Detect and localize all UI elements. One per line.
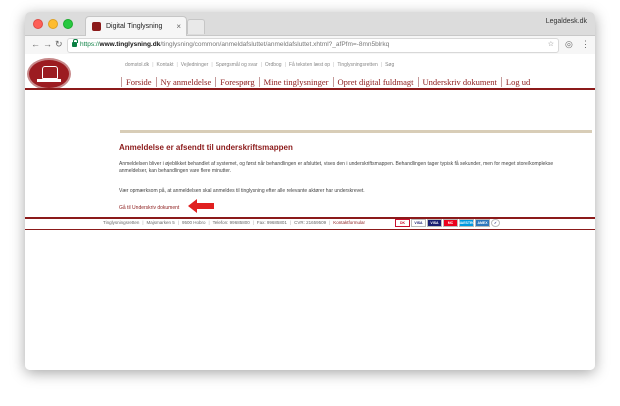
footer-separator: |: [177, 220, 179, 225]
security-badge-icon: ✓: [491, 219, 500, 227]
url-path: /tinglysning/common/anmeldafsluttet/anme…: [160, 41, 390, 48]
window-controls: [33, 19, 73, 29]
nav-item-forespørg[interactable]: Forespørg: [215, 77, 258, 87]
footer-separator: |: [142, 220, 144, 225]
link-separator: |: [211, 62, 213, 68]
top-link[interactable]: Søg: [385, 62, 394, 68]
address-bar[interactable]: https://www.tinglysning.dk/tinglysning/c…: [67, 38, 559, 53]
footer-separator: |: [208, 220, 210, 225]
footer-item: Telefon: 99685800: [212, 220, 250, 225]
tab-close-icon[interactable]: ×: [176, 22, 181, 31]
main-nav-items: Forside Ny anmeldelse Forespørg Mine tingly…: [121, 77, 534, 87]
footer-address: Tinglysningsretten | Majsmarken 5 | 9500 Hob…: [103, 220, 365, 225]
back-arrow-icon[interactable]: ←: [31, 39, 40, 49]
close-window-button[interactable]: [33, 19, 43, 29]
top-link[interactable]: Tinglysningsretten: [337, 62, 377, 68]
minimize-window-button[interactable]: [48, 19, 58, 29]
footer-bottom-border: [25, 229, 595, 230]
top-link[interactable]: Få teksten læst op: [289, 62, 330, 68]
menu-icon[interactable]: ⋮: [581, 39, 590, 50]
favicon-icon: [92, 22, 101, 31]
visa-electron-logo: VISA: [427, 219, 442, 227]
dankort-logo: DK: [395, 219, 410, 227]
link-separator: |: [284, 62, 286, 68]
link-separator: |: [176, 62, 178, 68]
link-separator: |: [333, 62, 335, 68]
nav-item-opret-digital-fuldmagt[interactable]: Opret digital fuldmagt: [332, 77, 418, 87]
page-title: Anmeldelse er afsendt til underskriftsma…: [119, 143, 293, 152]
nav-item-forside[interactable]: Forside: [121, 77, 156, 87]
nav-item-ny-anmeldelse[interactable]: Ny anmeldelse: [155, 77, 216, 87]
address-bar-actions: ☆: [548, 40, 554, 48]
lock-icon: [72, 39, 78, 47]
amex-logo: AMEX: [475, 219, 490, 227]
zoom-window-button[interactable]: [63, 19, 73, 29]
tab-title: Digital Tinglysning: [106, 23, 163, 30]
mastercard-logo: MC: [443, 219, 458, 227]
url-text[interactable]: https://www.tinglysning.dk/tinglysning/c…: [80, 41, 389, 48]
profile-name[interactable]: Legaldesk.dk: [546, 18, 587, 25]
content-divider: [120, 130, 592, 133]
maestro-logo: MAESTRO: [457, 219, 476, 227]
footer-top-border: [25, 217, 595, 219]
footer-item: Fax: 99685801: [256, 220, 287, 225]
payment-logos: DK VISA VISA MC MAESTRO AMEX ✓: [395, 219, 500, 227]
extension-icon[interactable]: ◎: [565, 39, 573, 50]
star-icon[interactable]: ☆: [548, 40, 554, 48]
url-host: www.tinglysning.dk: [99, 41, 161, 48]
title-bar: Digital Tinglysning × Legaldesk.dk: [25, 12, 595, 36]
footer: Tinglysningsretten | Majsmarken 5 | 9500 Hob…: [25, 219, 595, 228]
link-separator: |: [260, 62, 262, 68]
footer-separator: |: [329, 220, 331, 225]
info-paragraph: Anmeldelsen bliver i øjeblikket behandle…: [119, 161, 554, 174]
url-scheme: https://: [80, 41, 100, 48]
red-arrow-icon: [188, 199, 214, 213]
nav-item-underskriv-dokument[interactable]: Underskriv dokument: [417, 77, 501, 87]
go-to-sign-document-link[interactable]: Gå til Underskriv dokument: [119, 205, 179, 211]
browser-window: Digital Tinglysning × Legaldesk.dk ← → ↻…: [25, 12, 595, 370]
top-link[interactable]: Vejledninger: [181, 62, 209, 68]
web-page: domstol.dk | Kontakt | Vejledninger | Spørgsmå…: [25, 54, 595, 370]
visa-logo: VISA: [411, 219, 426, 227]
top-link[interactable]: Kontakt: [157, 62, 174, 68]
top-links-bar: domstol.dk | Kontakt | Vejledninger | Spørgsmå…: [125, 62, 394, 68]
footer-item: 9500 Hobro: [181, 220, 206, 225]
top-link[interactable]: domstol.dk: [125, 62, 149, 68]
reload-icon[interactable]: ↻: [55, 39, 63, 50]
notice-paragraph: Vær opmærksom på, at anmeldelsen skal an…: [119, 188, 365, 194]
footer-item: CVR: 21659509: [294, 220, 327, 225]
main-navigation: Forside Ny anmeldelse Forespørg Mine tingly…: [25, 76, 595, 90]
top-link[interactable]: Spørgsmål og svar: [216, 62, 258, 68]
link-separator: |: [380, 62, 383, 68]
footer-separator: |: [289, 220, 292, 225]
footer-separator: |: [252, 220, 254, 225]
nav-item-mine-tinglysninger[interactable]: Mine tinglysninger: [258, 77, 333, 87]
nav-item-log-ud[interactable]: Log ud: [500, 77, 534, 87]
top-link[interactable]: Ordbog: [265, 62, 282, 68]
forward-arrow-icon[interactable]: →: [43, 39, 52, 49]
browser-tab[interactable]: Digital Tinglysning ×: [85, 16, 187, 36]
footer-item: Majsmarken 5: [146, 220, 175, 225]
link-separator: |: [152, 62, 154, 68]
contact-form-link[interactable]: Kontaktformular: [333, 220, 365, 225]
browser-toolbar: ← → ↻ https://www.tinglysning.dk/tinglys…: [25, 36, 595, 55]
new-tab-button[interactable]: [187, 19, 205, 34]
footer-item: Tinglysningsretten: [103, 220, 140, 225]
